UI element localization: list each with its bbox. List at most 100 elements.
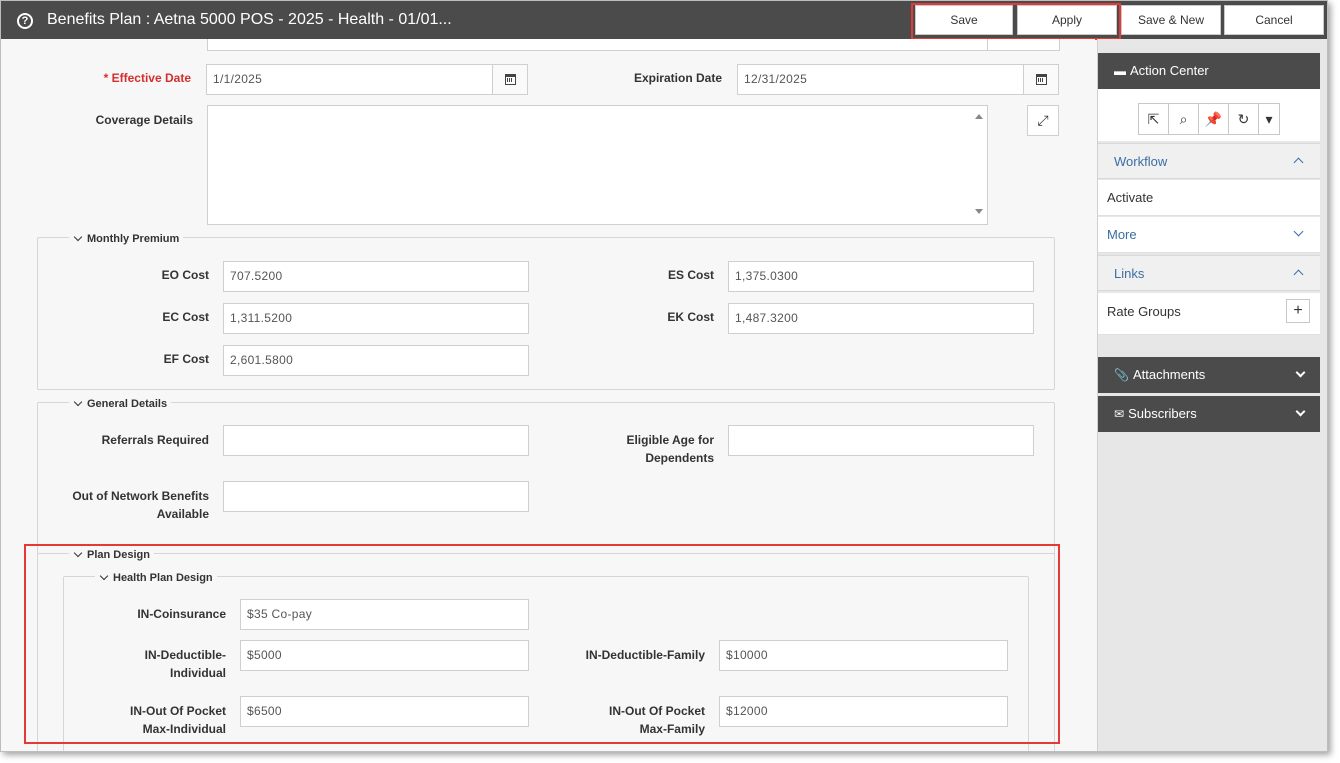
out-of-network-input[interactable] xyxy=(223,481,529,512)
expiration-date-label: Expiration Date xyxy=(633,71,722,85)
subscribers-header[interactable]: ✉ Subscribers xyxy=(1098,396,1320,432)
expiration-date-input[interactable]: 12/31/2025 xyxy=(737,64,1024,95)
referrals-required-input[interactable] xyxy=(223,425,529,456)
save-button[interactable]: Save xyxy=(915,5,1013,35)
panel-icon: ▬ xyxy=(1114,64,1126,78)
chevron-up-icon xyxy=(1293,157,1304,168)
in-oop-family-label: IN-Out Of Pocket Max-Family xyxy=(561,702,705,738)
ef-cost-label: EF Cost xyxy=(163,352,209,366)
dropdown-caret-icon[interactable]: ▾ xyxy=(1259,104,1279,134)
attachments-header[interactable]: 📎 Attachments xyxy=(1098,357,1320,393)
eligible-age-input[interactable] xyxy=(728,425,1034,456)
rate-groups-link[interactable]: Rate Groups + xyxy=(1098,293,1320,335)
in-oop-individual-label: IN-Out Of Pocket Max-Individual xyxy=(81,702,226,738)
in-deductible-family-label: IN-Deductible-Family xyxy=(585,648,705,662)
save-and-new-button[interactable]: Save & New xyxy=(1121,5,1221,35)
expand-button[interactable]: ⤢ xyxy=(1027,105,1059,136)
in-deductible-individual-input[interactable]: $5000 xyxy=(240,640,529,671)
help-icon[interactable]: ? xyxy=(17,13,33,29)
more-actions[interactable]: More xyxy=(1098,217,1320,253)
es-cost-input[interactable]: 1,375.0300 xyxy=(728,261,1034,292)
more-label: More xyxy=(1107,227,1137,242)
title-bar: ? Benefits Plan : Aetna 5000 POS - 2025 … xyxy=(1,1,1327,39)
plan-design-header[interactable]: Plan Design xyxy=(69,548,154,562)
ek-cost-input[interactable]: 1,487.3200 xyxy=(728,303,1034,334)
health-plan-design-title: Health Plan Design xyxy=(113,572,213,584)
plan-design-title: Plan Design xyxy=(87,549,150,561)
chevron-down-icon xyxy=(99,571,109,581)
eo-cost-input[interactable]: 707.5200 xyxy=(223,261,529,292)
in-coinsurance-input[interactable]: $35 Co-pay xyxy=(240,599,529,630)
in-oop-family-input[interactable]: $12000 xyxy=(719,696,1008,727)
activate-action[interactable]: Activate xyxy=(1098,180,1320,216)
benefits-plan-window: ? Benefits Plan : Aetna 5000 POS - 2025 … xyxy=(0,0,1328,752)
previous-field-button[interactable] xyxy=(987,39,1060,51)
links-title: Links xyxy=(1114,266,1145,281)
workflow-section-header[interactable]: Workflow xyxy=(1098,143,1320,179)
in-deductible-individual-label-line1: IN-Deductible- xyxy=(144,648,226,662)
expiration-date-calendar-button[interactable] xyxy=(1023,64,1059,95)
eligible-age-label: Eligible Age for Dependents xyxy=(581,431,714,467)
action-center-sidebar: ▬ Action Center ⇱ ⌕ 📌 ↻ ▾ Workflow Activa… xyxy=(1097,39,1327,751)
in-coinsurance-label: IN-Coinsurance xyxy=(137,607,226,621)
search-icon[interactable]: ⌕ xyxy=(1169,104,1199,134)
action-toolbar: ⇱ ⌕ 📌 ↻ ▾ xyxy=(1138,103,1280,135)
es-cost-label: ES Cost xyxy=(667,268,714,282)
monthly-premium-title: Monthly Premium xyxy=(87,233,180,245)
add-rate-group-button[interactable]: + xyxy=(1286,299,1310,323)
open-external-icon[interactable]: ⇱ xyxy=(1139,104,1169,134)
chevron-down-icon xyxy=(1293,226,1304,237)
calendar-icon xyxy=(1035,74,1047,85)
out-of-network-label-line1: Out of Network Benefits xyxy=(72,489,209,503)
in-deductible-individual-label-line2: Individual xyxy=(169,666,226,680)
monthly-premium-header[interactable]: Monthly Premium xyxy=(69,232,184,246)
scroll-down-icon[interactable] xyxy=(975,209,983,214)
ec-cost-input[interactable]: 1,311.5200 xyxy=(223,303,529,334)
refresh-icon[interactable]: ↻ xyxy=(1229,104,1259,134)
ec-cost-label: EC Cost xyxy=(162,310,209,324)
previous-field[interactable] xyxy=(207,39,988,51)
action-center-title: Action Center xyxy=(1130,63,1209,78)
ek-cost-label: EK Cost xyxy=(667,310,714,324)
envelope-icon: ✉ xyxy=(1114,407,1125,421)
main-form: * Effective Date 1/1/2025 Expiration Dat… xyxy=(1,39,1095,751)
window-title: Benefits Plan : Aetna 5000 POS - 2025 - … xyxy=(47,11,452,28)
expand-icon: ⤢ xyxy=(1037,112,1049,128)
chevron-down-icon xyxy=(73,232,83,242)
chevron-down-icon xyxy=(1295,367,1306,378)
attachments-title: Attachments xyxy=(1132,367,1206,382)
in-oop-individual-input[interactable]: $6500 xyxy=(240,696,529,727)
referrals-required-label: Referrals Required xyxy=(101,433,209,447)
health-plan-design-header[interactable]: Health Plan Design xyxy=(95,571,217,585)
effective-date-label: * Effective Date xyxy=(103,71,191,85)
in-oop-individual-label-line2: Max-Individual xyxy=(142,722,226,736)
in-oop-family-label-line2: Max-Family xyxy=(639,722,705,736)
rate-groups-label: Rate Groups xyxy=(1107,304,1181,319)
calendar-icon xyxy=(504,74,516,85)
action-center-header[interactable]: ▬ Action Center xyxy=(1098,53,1320,89)
in-oop-family-label-line1: IN-Out Of Pocket xyxy=(608,704,705,718)
chevron-up-icon xyxy=(1293,269,1304,280)
out-of-network-label: Out of Network Benefits Available xyxy=(41,487,209,523)
subscribers-title: Subscribers xyxy=(1128,406,1197,421)
in-deductible-individual-label: IN-Deductible- Individual xyxy=(81,646,226,682)
chevron-down-icon xyxy=(1295,406,1306,417)
scroll-up-icon[interactable] xyxy=(975,114,983,119)
coverage-details-label: Coverage Details xyxy=(95,113,193,127)
apply-button[interactable]: Apply xyxy=(1017,5,1117,35)
general-details-header[interactable]: General Details xyxy=(69,397,172,411)
chevron-down-icon xyxy=(73,548,83,558)
pin-icon[interactable]: 📌 xyxy=(1199,104,1229,134)
eligible-age-label-line1: Eligible Age for xyxy=(626,433,714,447)
ef-cost-input[interactable]: 2,601.5800 xyxy=(223,345,529,376)
coverage-details-textarea[interactable] xyxy=(207,105,988,225)
effective-date-input[interactable]: 1/1/2025 xyxy=(206,64,493,95)
workflow-title: Workflow xyxy=(1114,154,1168,169)
effective-date-calendar-button[interactable] xyxy=(492,64,528,95)
chevron-down-icon xyxy=(73,397,83,407)
in-oop-individual-label-line1: IN-Out Of Pocket xyxy=(129,704,226,718)
in-deductible-family-input[interactable]: $10000 xyxy=(719,640,1008,671)
links-section-header[interactable]: Links xyxy=(1098,255,1320,291)
eligible-age-label-line2: Dependents xyxy=(645,451,714,465)
cancel-button[interactable]: Cancel xyxy=(1224,5,1324,35)
